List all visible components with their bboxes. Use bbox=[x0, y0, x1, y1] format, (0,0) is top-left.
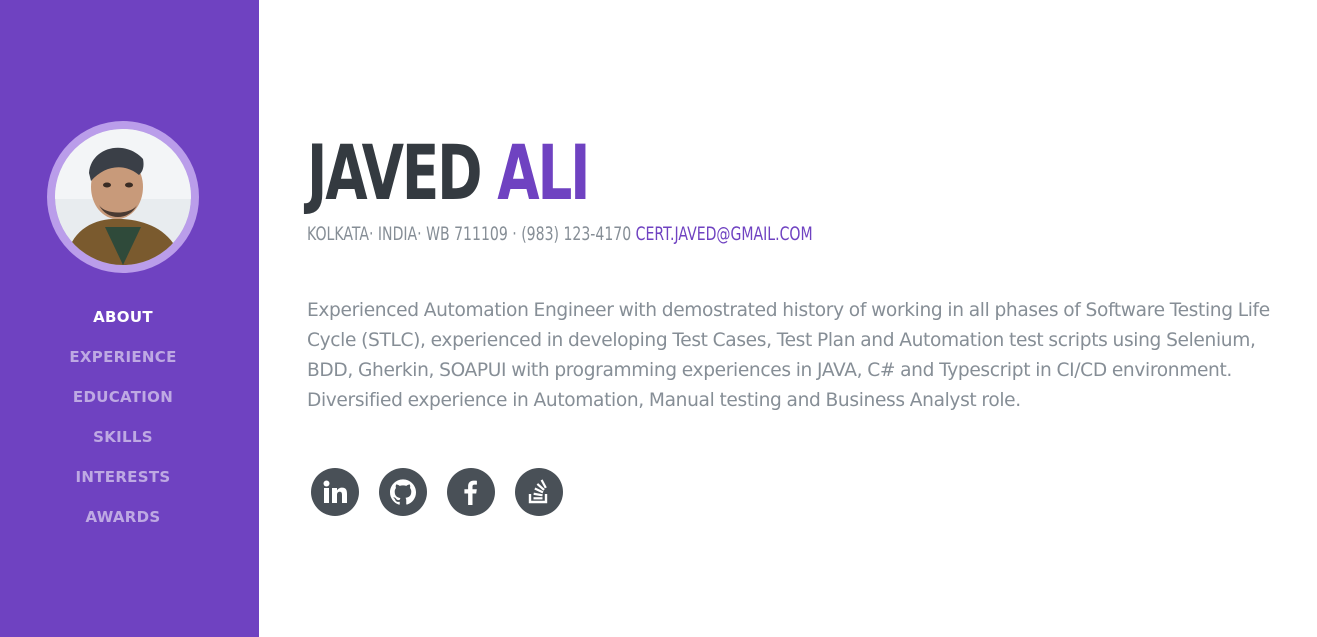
nav-item-skills[interactable]: SKILLS bbox=[0, 417, 246, 457]
github-icon bbox=[390, 479, 416, 505]
profile-photo bbox=[55, 129, 191, 265]
contact-address-phone: KOLKATA· INDIA· WB 711109 · (983) 123-41… bbox=[307, 223, 632, 245]
social-icons bbox=[311, 468, 563, 516]
facebook-icon bbox=[464, 480, 477, 505]
sidebar-nav: ABOUT EXPERIENCE EDUCATION SKILLS INTERE… bbox=[0, 297, 246, 537]
profile-avatar bbox=[47, 121, 199, 273]
last-name: ALI bbox=[497, 128, 590, 217]
nav-item-awards[interactable]: AWARDS bbox=[0, 497, 246, 537]
first-name: JAVED bbox=[307, 128, 483, 217]
nav-item-experience[interactable]: EXPERIENCE bbox=[0, 337, 246, 377]
contact-line: KOLKATA· INDIA· WB 711109 · (983) 123-41… bbox=[307, 222, 813, 246]
linkedin-button[interactable] bbox=[311, 468, 359, 516]
nav-item-education[interactable]: EDUCATION bbox=[0, 377, 246, 417]
about-summary: Experienced Automation Engineer with dem… bbox=[307, 300, 1270, 411]
stackoverflow-button[interactable] bbox=[515, 468, 563, 516]
email-link[interactable]: CERT.JAVED@GMAIL.COM bbox=[636, 223, 813, 245]
sidebar: ABOUT EXPERIENCE EDUCATION SKILLS INTERE… bbox=[0, 0, 259, 637]
facebook-button[interactable] bbox=[447, 468, 495, 516]
stackoverflow-icon bbox=[528, 479, 548, 504]
nav-item-about[interactable]: ABOUT bbox=[0, 297, 246, 337]
page-title: JAVED ALI bbox=[307, 128, 591, 218]
github-button[interactable] bbox=[379, 468, 427, 516]
linkedin-icon bbox=[323, 480, 347, 503]
nav-item-interests[interactable]: INTERESTS bbox=[0, 457, 246, 497]
